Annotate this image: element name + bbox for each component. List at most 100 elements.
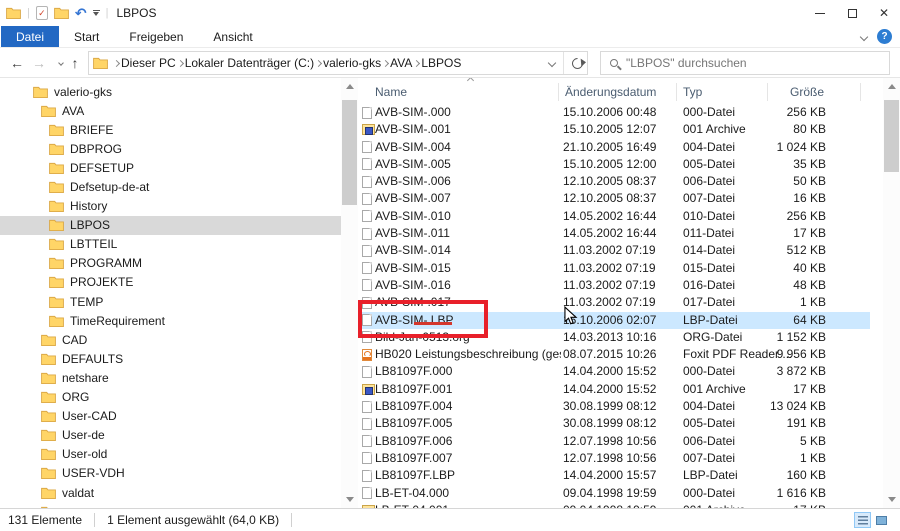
tree-item-programm[interactable]: PROGRAMM	[0, 254, 341, 273]
file-row[interactable]: AVB-SIM-.00015.10.2006 00:48000-Datei256…	[358, 104, 870, 121]
help-icon[interactable]: ?	[877, 29, 892, 44]
properties-check-icon[interactable]: ✓	[36, 6, 48, 20]
column-header-name[interactable]: Name	[375, 85, 407, 99]
file-size: 64 KB	[726, 312, 826, 329]
details-view-button[interactable]	[854, 512, 871, 528]
tree-item-defaults[interactable]: DEFAULTS	[0, 349, 341, 368]
column-header-size[interactable]: Größe	[790, 85, 824, 99]
tree-item-briefe[interactable]: BRIEFE	[0, 120, 341, 139]
tree-item-valdat[interactable]: valdat	[0, 483, 341, 502]
file-row[interactable]: LB81097F.LBP14.04.2000 15:57LBP-Datei160…	[358, 467, 870, 484]
file-row[interactable]: LB81097F.00014.04.2000 15:52000-Datei3 8…	[358, 363, 870, 380]
tree-scrollbar[interactable]	[341, 78, 358, 508]
folder-icon	[33, 86, 48, 98]
tree-item-label: BRIEFE	[70, 123, 113, 137]
breadcrumb-laufwerk-c[interactable]: Lokaler Datenträger (C:)	[183, 56, 316, 70]
expand-ribbon-icon[interactable]	[860, 32, 868, 40]
tree-item-lbtteil[interactable]: LBTTEIL	[0, 235, 341, 254]
scroll-up-icon[interactable]	[341, 78, 358, 95]
tab-start[interactable]: Start	[59, 26, 114, 47]
up-button[interactable]: ↑	[64, 48, 86, 78]
tree-item-temp[interactable]: TEMP	[0, 292, 341, 311]
folder-icon	[41, 429, 56, 441]
file-name: AVB-SIM-.010	[375, 208, 561, 225]
file-row[interactable]: HB020 Leistungsbeschreibung (gesamt)....…	[358, 346, 870, 363]
column-separator[interactable]	[767, 83, 768, 101]
folder-icon	[49, 315, 64, 327]
tab-freigeben[interactable]: Freigeben	[114, 26, 198, 47]
file-date: 15.10.2006 02:07	[563, 312, 681, 329]
address-bar[interactable]: Dieser PC Lokaler Datenträger (C:) valer…	[88, 51, 588, 75]
tree-item-label: TEMP	[70, 295, 103, 309]
qat-dropdown-icon[interactable]	[93, 10, 100, 17]
scroll-up-icon[interactable]	[883, 78, 900, 95]
new-folder-icon[interactable]	[54, 7, 69, 19]
tree-item-ava[interactable]: AVA	[0, 101, 341, 120]
tree-item-user-vdh[interactable]: USER-VDH	[0, 464, 341, 483]
minimize-button[interactable]	[804, 0, 836, 26]
tab-datei[interactable]: Datei	[1, 26, 59, 47]
tree-item-user-cad[interactable]: User-CAD	[0, 407, 341, 426]
tree-item-label: netshare	[62, 371, 109, 385]
breadcrumb-ava[interactable]: AVA	[388, 56, 414, 70]
tab-ansicht[interactable]: Ansicht	[198, 26, 267, 47]
file-row[interactable]: AVB-SIM-.00421.10.2005 16:49004-Datei1 0…	[358, 139, 870, 156]
tree-item-dbprog[interactable]: DBPROG	[0, 139, 341, 158]
tree-item-defsetup-de-at[interactable]: Defsetup-de-at	[0, 177, 341, 196]
undo-icon[interactable]: ↶	[75, 6, 87, 20]
close-button[interactable]: ✕	[868, 0, 900, 26]
tree-item-label: PROGRAMM	[70, 256, 142, 270]
refresh-icon[interactable]	[570, 55, 586, 71]
file-row[interactable]: AVB-SIM-.00515.10.2005 12:00005-Datei35 …	[358, 156, 870, 173]
tree-item-cad[interactable]: CAD	[0, 330, 341, 349]
column-separator[interactable]	[676, 83, 677, 101]
status-separator	[94, 513, 95, 527]
search-box[interactable]: "LBPOS" durchsuchen	[600, 51, 890, 75]
breadcrumb-lbpos[interactable]: LBPOS	[419, 56, 463, 70]
file-row[interactable]: LB81097F.00114.04.2000 15:52001 Archive1…	[358, 381, 870, 398]
tree-item-user-old[interactable]: User-old	[0, 445, 341, 464]
selection-info: 1 Element ausgewählt (64,0 KB)	[107, 513, 279, 527]
file-row[interactable]: AVB-SIM-.01114.05.2002 16:44011-Datei17 …	[358, 225, 870, 242]
scroll-down-icon[interactable]	[341, 491, 358, 508]
file-row[interactable]: AVB-SIM-.00712.10.2005 08:37007-Datei16 …	[358, 190, 870, 207]
file-row[interactable]: AVB-SIM-.01611.03.2002 07:19016-Datei48 …	[358, 277, 870, 294]
tree-item-netshare[interactable]: netshare	[0, 368, 341, 387]
maximize-button[interactable]	[836, 0, 868, 26]
list-scrollbar[interactable]	[883, 78, 900, 508]
tree-item-projekte[interactable]: PROJEKTE	[0, 273, 341, 292]
list-scrollbar-thumb[interactable]	[884, 100, 899, 172]
tree-scrollbar-thumb[interactable]	[342, 100, 357, 205]
tree-item-lbpos[interactable]: LBPOS	[0, 216, 341, 235]
file-row[interactable]: LB81097F.00712.07.1998 10:56007-Datei1 K…	[358, 450, 870, 467]
file-row[interactable]: LB81097F.00530.08.1999 08:12005-Datei191…	[358, 415, 870, 432]
column-header-date[interactable]: Änderungsdatum	[565, 85, 656, 99]
tree-item-label: LBTTEIL	[70, 237, 117, 251]
breadcrumb-valerio-gks[interactable]: valerio-gks	[321, 56, 383, 70]
file-name: AVB-SIM-.015	[375, 260, 561, 277]
address-dropdown-icon[interactable]	[548, 59, 556, 67]
breadcrumb-dieser-pc[interactable]: Dieser PC	[119, 56, 178, 70]
file-row[interactable]: LB81097F.00612.07.1998 10:56006-Datei5 K…	[358, 433, 870, 450]
file-row[interactable]: AVB-SIM-.01411.03.2002 07:19014-Datei512…	[358, 242, 870, 259]
file-row[interactable]: AVB-SIM-.00612.10.2005 08:37006-Datei50 …	[358, 173, 870, 190]
tree-item-org[interactable]: ORG	[0, 388, 341, 407]
file-row[interactable]: LB-ET-04.00009.04.1998 19:59000-Datei1 6…	[358, 485, 870, 502]
file-row[interactable]: AVB-SIM-.01014.05.2002 16:44010-Datei256…	[358, 208, 870, 225]
tree-item-timerequirement[interactable]: TimeRequirement	[0, 311, 341, 330]
back-button[interactable]: ←	[6, 48, 28, 78]
scroll-down-icon[interactable]	[883, 491, 900, 508]
thumbnails-view-button[interactable]	[873, 512, 890, 528]
tree-item-history[interactable]: History	[0, 197, 341, 216]
column-separator[interactable]	[860, 83, 861, 101]
tree-item-user-de[interactable]: User-de	[0, 426, 341, 445]
file-row[interactable]: AVB-SIM-.00115.10.2005 12:07001 Archive8…	[358, 121, 870, 138]
forward-button[interactable]: →	[28, 48, 50, 78]
tree-item-valerio-gks[interactable]: valerio-gks	[0, 82, 341, 101]
file-size: 35 KB	[726, 156, 826, 173]
file-row[interactable]: LB81097F.00430.08.1999 08:12004-Datei13 …	[358, 398, 870, 415]
file-row[interactable]: AVB-SIM-.01511.03.2002 07:19015-Datei40 …	[358, 260, 870, 277]
column-separator[interactable]	[558, 83, 559, 101]
column-header-type[interactable]: Typ	[683, 85, 702, 99]
tree-item-defsetup[interactable]: DEFSETUP	[0, 158, 341, 177]
